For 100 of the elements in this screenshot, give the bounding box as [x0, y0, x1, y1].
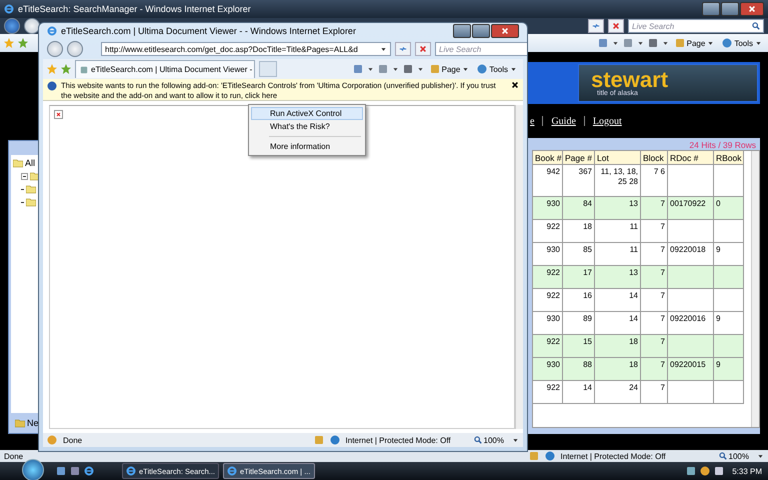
stop-button[interactable]	[608, 19, 624, 33]
column-header[interactable]: Page #	[563, 151, 595, 165]
menu-item[interactable]: What's the Risk?	[251, 120, 363, 133]
address-field[interactable]: http://www.etitlesearch.com/get_doc.asp?DocTitle=Title&Pages=ALL&d	[101, 42, 391, 56]
search-field[interactable]: Live Search	[628, 19, 764, 33]
table-cell: 18	[595, 335, 641, 358]
new-button[interactable]: Ne	[15, 415, 117, 431]
table-cell	[668, 381, 714, 404]
warning-icon	[47, 435, 57, 445]
close-icon	[501, 27, 509, 35]
scrollbar[interactable]	[515, 105, 523, 429]
table-cell: 16	[563, 289, 595, 312]
stop-icon	[419, 45, 427, 53]
forward-button[interactable]	[24, 18, 40, 34]
page-icon	[674, 38, 685, 48]
table-cell	[668, 289, 714, 312]
table-cell: 18	[595, 358, 641, 381]
table-cell	[714, 266, 744, 289]
caret-icon	[662, 40, 669, 46]
tree-item[interactable]: All	[25, 158, 36, 168]
magnifier-icon	[718, 452, 727, 460]
shield-icon	[528, 451, 539, 461]
page-menu[interactable]: Page	[428, 64, 472, 74]
table-cell: 13	[595, 197, 641, 220]
search-icon	[752, 22, 760, 30]
browser-tab[interactable]: eTitleSearch.com | Ultima Document Viewer -	[75, 60, 255, 78]
clock: 5:33 PM	[732, 466, 762, 476]
nav-link[interactable]: e	[530, 116, 534, 126]
table-cell: 7	[641, 220, 668, 243]
ie-icon	[227, 466, 238, 476]
caret-icon	[512, 436, 519, 444]
table-cell: 7	[641, 243, 668, 266]
column-header[interactable]: Book #	[533, 151, 563, 165]
caret-icon	[612, 40, 619, 46]
table-cell	[668, 220, 714, 243]
column-header[interactable]: RBook	[714, 151, 744, 165]
ie-icon	[84, 466, 94, 476]
caret-icon	[462, 66, 470, 72]
table-cell: 930	[533, 358, 563, 381]
feed-icon	[378, 64, 388, 74]
table-cell: 930	[533, 197, 563, 220]
zoom-button[interactable]: 100%	[472, 436, 506, 444]
page-menu[interactable]: Page	[672, 38, 716, 48]
globe-icon	[330, 435, 340, 445]
caret-icon	[636, 40, 644, 46]
table-cell	[668, 266, 714, 289]
back-button[interactable]	[4, 18, 20, 34]
search-field[interactable]: Live Search	[435, 42, 527, 56]
status-text: Done	[63, 436, 82, 444]
close-button[interactable]	[740, 2, 764, 16]
start-button[interactable]	[22, 459, 44, 480]
nav-link[interactable]: Logout	[592, 116, 622, 126]
tools-menu[interactable]: Tools	[475, 64, 519, 74]
table-cell: 88	[563, 358, 595, 381]
table-cell: 14	[595, 289, 641, 312]
page-icon	[430, 64, 440, 74]
table-cell: 09220016	[668, 312, 714, 335]
column-header[interactable]: RDoc #	[668, 151, 714, 165]
refresh-icon	[399, 45, 407, 53]
table-cell: 11, 13, 18, 25 28	[595, 165, 641, 197]
minimize-button[interactable]	[453, 24, 471, 38]
status-text: Done	[4, 452, 24, 460]
table-cell: 85	[563, 243, 595, 266]
globe-icon	[544, 451, 555, 461]
menu-item[interactable]: Run ActiveX Control	[251, 107, 363, 120]
table-cell	[714, 165, 744, 197]
gear-icon	[477, 64, 488, 74]
stop-icon	[612, 22, 620, 30]
stop-button[interactable]	[415, 42, 431, 56]
table-cell: 922	[533, 381, 563, 404]
tools-menu[interactable]: Tools	[720, 38, 764, 48]
table-cell: 367	[563, 165, 595, 197]
ie-icon	[4, 4, 14, 14]
add-favorite-icon	[18, 38, 28, 48]
scrollbar[interactable]	[751, 151, 759, 427]
column-header[interactable]: Lot	[595, 151, 641, 165]
zoom-button[interactable]: 100%	[716, 452, 751, 460]
refresh-icon	[592, 22, 600, 30]
back-button[interactable]	[47, 41, 63, 57]
maximize-button[interactable]	[472, 24, 490, 38]
page-icon	[80, 66, 88, 74]
maximize-button[interactable]	[721, 2, 739, 16]
volume-icon	[714, 466, 724, 476]
refresh-button[interactable]	[395, 42, 411, 56]
minimize-button[interactable]	[702, 2, 720, 16]
nav-link[interactable]: Guide	[551, 116, 576, 126]
caret-icon	[366, 66, 374, 72]
refresh-button[interactable]	[588, 19, 604, 33]
table-cell: 89	[563, 312, 595, 335]
star-icon	[4, 38, 14, 48]
column-header[interactable]: Block	[641, 151, 668, 165]
table-cell: 7	[641, 266, 668, 289]
menu-item[interactable]: More information	[251, 140, 363, 153]
network-icon	[686, 466, 696, 476]
info-bar[interactable]	[43, 79, 523, 101]
caret-icon	[707, 40, 714, 46]
table-cell: 942	[533, 165, 563, 197]
collapse-icon[interactable]	[21, 172, 28, 180]
table-cell	[714, 381, 744, 404]
close-button[interactable]	[491, 24, 519, 38]
